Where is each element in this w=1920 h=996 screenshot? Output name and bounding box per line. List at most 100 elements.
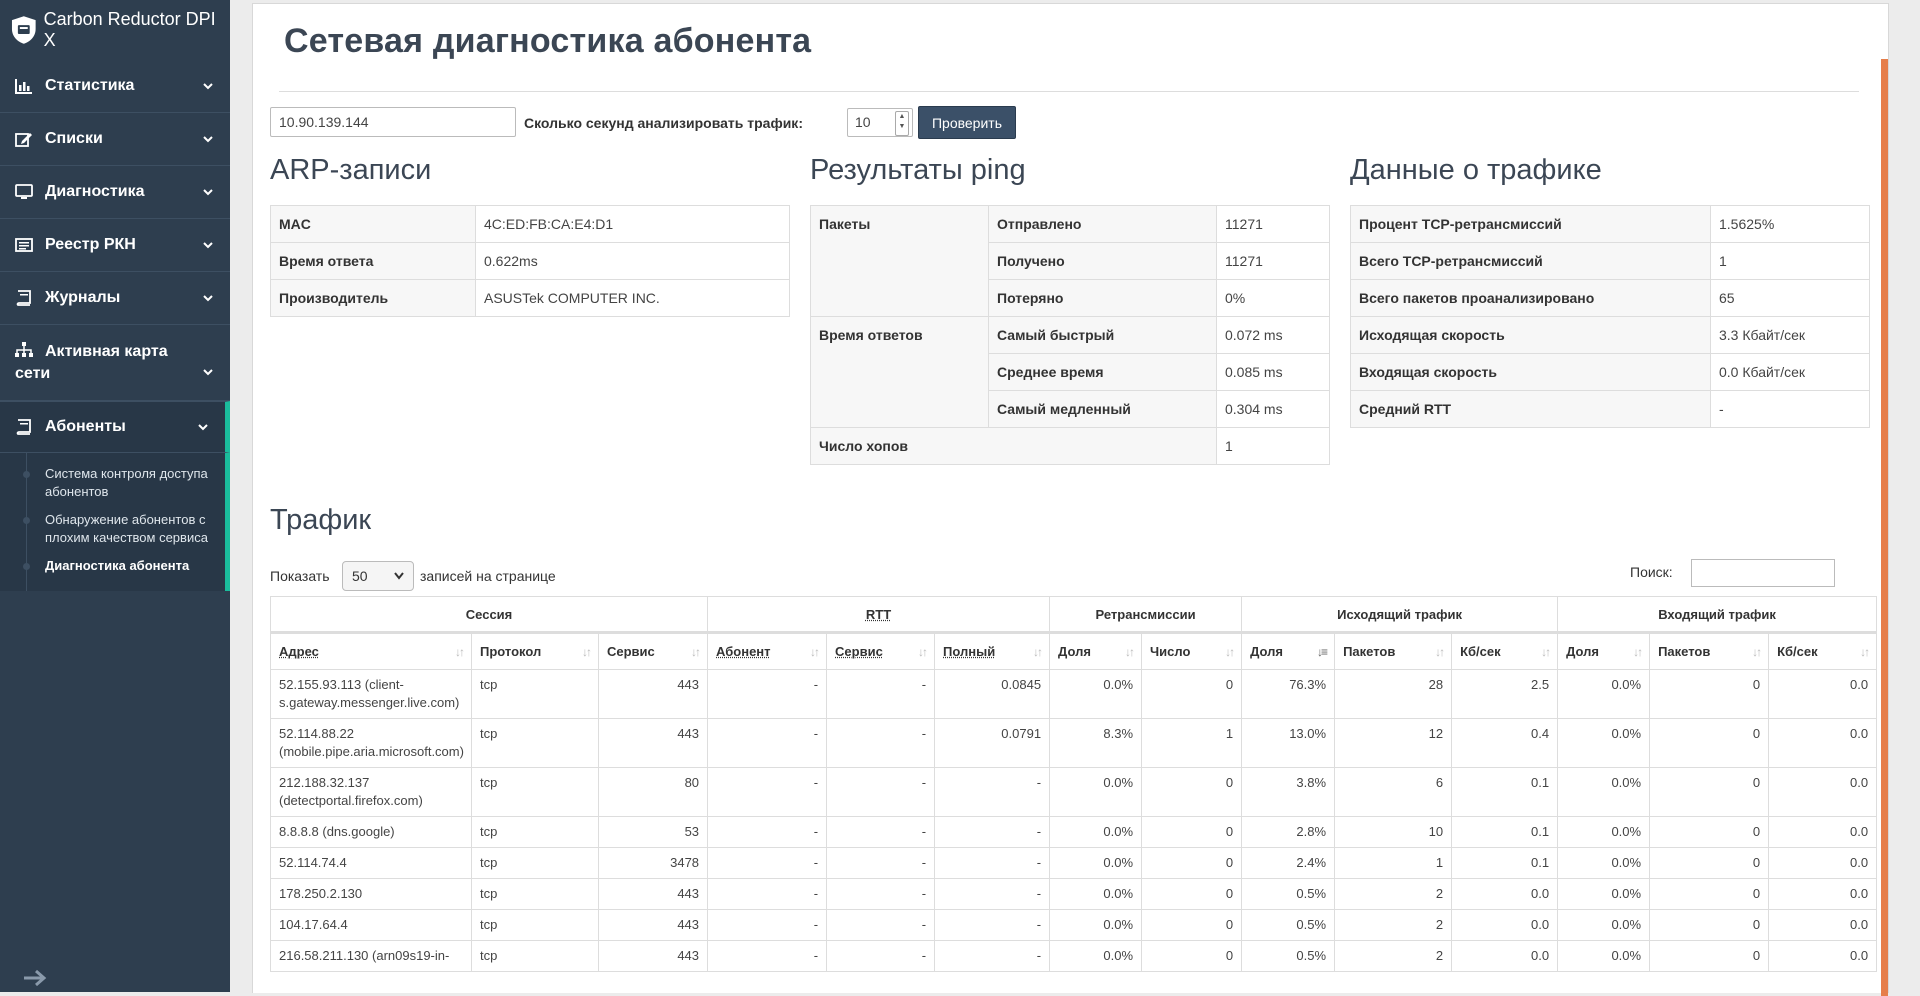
- table-cell: 0.0%: [1557, 909, 1651, 941]
- table-cell: -: [826, 816, 936, 848]
- table-cell: -: [934, 767, 1051, 817]
- sidebar-subitem-subscriber-diagnostics[interactable]: Диагностика абонента: [0, 553, 225, 581]
- shield-logo-icon: [11, 16, 36, 44]
- bullet-icon: [23, 471, 30, 478]
- ip-input[interactable]: 10.90.139.144: [270, 107, 516, 137]
- sidebar-item-label: Списки: [45, 130, 103, 147]
- arp-value: 0.622ms: [475, 242, 790, 280]
- table-cell: 0.0845: [934, 669, 1051, 719]
- sort-icon[interactable]: ↓≡: [1317, 645, 1328, 659]
- sidebar-item-diagnostics[interactable]: Диагностика: [0, 166, 230, 219]
- table-cell: 443: [597, 909, 709, 941]
- sidebar-item-rkn-registry[interactable]: Реестр РКН: [0, 219, 230, 272]
- table-cell: 104.17.64.4: [270, 909, 472, 941]
- table-cell: 0.0%: [1557, 718, 1651, 768]
- column-header[interactable]: Доля ↓↑: [1049, 631, 1143, 670]
- chevron-down-icon: [203, 83, 213, 90]
- sort-icon[interactable]: ↓↑: [1633, 645, 1643, 659]
- app-title: Carbon Reductor DPI X: [43, 9, 216, 50]
- column-header[interactable]: Сервис ↓↑: [597, 631, 709, 670]
- column-header[interactable]: Адрес ↓↑: [270, 631, 472, 670]
- table-cell: 178.250.2.130: [270, 878, 472, 910]
- sidebar-subitem-access-control[interactable]: Система контроля доступа абонентов: [0, 461, 225, 507]
- column-header[interactable]: Доля ↓↑: [1557, 631, 1651, 670]
- column-header[interactable]: Пакетов ↓↑: [1334, 631, 1453, 670]
- ping-value: 1: [1216, 427, 1330, 465]
- table-cell: 3478: [597, 847, 709, 879]
- sort-icon[interactable]: ↓↑: [582, 645, 592, 659]
- column-header-label: Кб/сек: [1460, 644, 1501, 659]
- column-header[interactable]: Кб/сек ↓↑: [1768, 631, 1878, 670]
- group-rtt: RTT: [707, 596, 1051, 633]
- table-cell: 2.8%: [1241, 816, 1336, 848]
- sidebar-item-statistics[interactable]: Статистика: [0, 60, 230, 113]
- sidebar-item-lists[interactable]: Списки: [0, 113, 230, 166]
- traffic-key: Всего пакетов проанализировано: [1350, 279, 1711, 317]
- traffic-value: 1.5625%: [1710, 205, 1870, 243]
- collapse-arrow-icon[interactable]: [22, 968, 48, 988]
- table-cell: -: [707, 816, 828, 848]
- column-header[interactable]: Кб/сек ↓↑: [1451, 631, 1559, 670]
- column-header[interactable]: Число ↓↑: [1141, 631, 1243, 670]
- table-cell: 2: [1334, 878, 1453, 910]
- table-cell: 0: [1649, 847, 1770, 879]
- page-size-select[interactable]: 50: [342, 561, 414, 591]
- table-row: 52.114.74.4 tcp 3478- - -0.0% 0 2.4% 1 0.1 0.0% 0 0…: [270, 847, 1878, 879]
- column-header[interactable]: Протокол ↓↑: [471, 631, 599, 670]
- brand[interactable]: Carbon Reductor DPI X: [0, 0, 230, 60]
- table-cell: -: [826, 767, 936, 817]
- bullet-icon: [23, 517, 30, 524]
- table-cell: 0: [1649, 669, 1770, 719]
- ping-table: Пакеты Отправлено 11271 Получено 11271 По…: [810, 205, 1330, 465]
- sidebar-item-label: Журналы: [45, 289, 121, 306]
- column-header-label: Пакетов: [1343, 644, 1396, 659]
- chevron-down-icon: [203, 368, 213, 375]
- sidebar-item-journals[interactable]: Журналы: [0, 272, 230, 325]
- sidebar-item-label: Абоненты: [45, 418, 126, 435]
- spinner-icon[interactable]: ▲ ▼: [895, 111, 909, 136]
- sort-icon[interactable]: ↓↑: [691, 645, 701, 659]
- table-cell: 0.0: [1768, 718, 1878, 768]
- column-header[interactable]: Пакетов ↓↑: [1649, 631, 1770, 670]
- sort-icon[interactable]: ↓↑: [1225, 645, 1235, 659]
- table-cell: -: [934, 940, 1051, 972]
- table-cell: -: [707, 878, 828, 910]
- sort-icon[interactable]: ↓↑: [810, 645, 820, 659]
- search-input[interactable]: [1691, 559, 1835, 587]
- table-row: 52.114.88.22 (mobile.pipe.aria.microsoft…: [270, 718, 1878, 768]
- traffic-key: Всего TCP-ретрансмиссий: [1350, 242, 1711, 280]
- column-header-label: Протокол: [480, 644, 542, 659]
- table-cell: 0: [1141, 878, 1243, 910]
- table-cell: 3.8%: [1241, 767, 1336, 817]
- traffic-value: -: [1710, 390, 1870, 428]
- sort-icon[interactable]: ↓↑: [455, 645, 465, 659]
- ping-value: 0.072 ms: [1216, 316, 1330, 354]
- sidebar-item-network-map[interactable]: Активная карта сети: [0, 325, 230, 401]
- sort-icon[interactable]: ↓↑: [1435, 645, 1445, 659]
- check-button[interactable]: Проверить: [918, 106, 1016, 139]
- sort-icon[interactable]: ↓↑: [1033, 645, 1043, 659]
- column-header[interactable]: Абонент ↓↑: [707, 631, 828, 670]
- sort-icon[interactable]: ↓↑: [918, 645, 928, 659]
- column-header-label: Пакетов: [1658, 644, 1711, 659]
- sidebar-item-subscribers[interactable]: Абоненты: [0, 401, 230, 453]
- sort-icon[interactable]: ↓↑: [1125, 645, 1135, 659]
- sort-icon[interactable]: ↓↑: [1541, 645, 1551, 659]
- column-header-label: Абонент: [716, 644, 771, 659]
- page-size-value: 50: [352, 568, 368, 584]
- column-header[interactable]: Доля ↓≡: [1241, 631, 1336, 670]
- seconds-input[interactable]: 10 ▲ ▼: [847, 108, 913, 137]
- column-header-label: Полный: [943, 644, 996, 659]
- show-label: Показать: [270, 568, 330, 584]
- table-cell: -: [934, 878, 1051, 910]
- traffic-table: Сессия RTT Ретрансмиссии Исходящий трафи…: [269, 596, 1878, 972]
- table-cell: 0: [1649, 940, 1770, 972]
- sidebar-subitem-bad-quality[interactable]: Обнаружение абонентов с плохим качеством …: [0, 507, 225, 553]
- table-cell: 0: [1649, 878, 1770, 910]
- column-header[interactable]: Сервис ↓↑: [826, 631, 936, 670]
- sort-icon[interactable]: ↓↑: [1860, 645, 1870, 659]
- sidebar-item-label-line1: Активная карта: [45, 342, 168, 360]
- sort-icon[interactable]: ↓↑: [1752, 645, 1762, 659]
- column-header[interactable]: Полный ↓↑: [934, 631, 1051, 670]
- table-cell: 0: [1141, 940, 1243, 972]
